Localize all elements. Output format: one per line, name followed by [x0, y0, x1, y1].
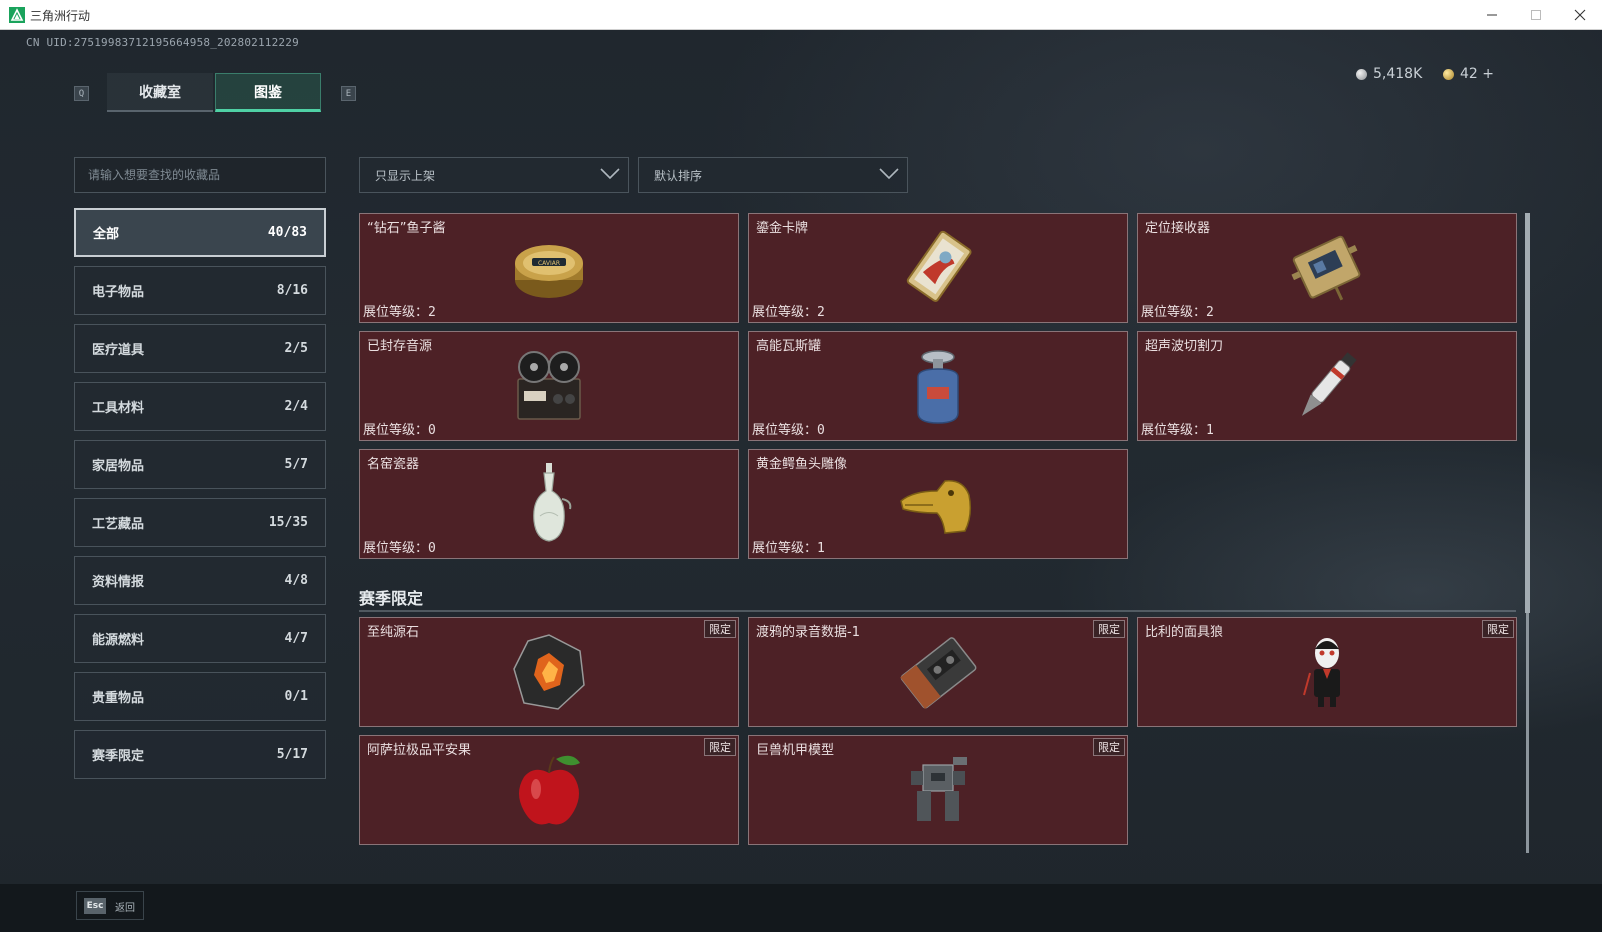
category-season-limited[interactable]: 赛季限定 5/17 — [74, 730, 326, 779]
limited-badge: 限定 — [704, 620, 736, 638]
limited-badge: 限定 — [1482, 620, 1514, 638]
mech-model-icon — [911, 757, 967, 821]
billy-puppet-icon — [1303, 638, 1340, 707]
red-apple-icon — [519, 755, 580, 825]
receiver-device-icon — [1291, 235, 1361, 301]
source-stone-icon — [513, 634, 585, 710]
gilded-card-icon — [906, 230, 972, 302]
season-collectible-card[interactable]: 至纯源石 限定 — [359, 617, 739, 727]
section-divider — [359, 610, 1516, 612]
category-intel[interactable]: 资料情报 4/8 — [74, 556, 326, 605]
collectible-card[interactable]: 定位接收器 展位等级：2 — [1137, 213, 1517, 323]
limited-badge: 限定 — [1093, 620, 1125, 638]
tab-codex[interactable]: 图鉴 — [215, 73, 321, 112]
game-screen: CN UID:27519983712195664958_202802112229… — [0, 30, 1602, 932]
category-valuables[interactable]: 贵重物品 0/1 — [74, 672, 326, 721]
chevron-down-icon — [600, 167, 620, 183]
porcelain-vase-icon — [533, 463, 572, 542]
tab-collection-room[interactable]: 收藏室 — [107, 73, 213, 112]
minimize-button[interactable] — [1470, 0, 1514, 30]
prev-tab-key[interactable]: Q — [74, 86, 89, 101]
collectible-card[interactable]: 名窑瓷器 展位等级：0 — [359, 449, 739, 559]
reel-recorder-icon — [517, 351, 581, 420]
app-logo-icon — [9, 7, 25, 23]
golden-crocodile-icon — [900, 480, 972, 534]
category-all[interactable]: 全部 40/83 — [74, 208, 326, 257]
gold-coin-icon — [1443, 68, 1454, 80]
next-tab-key[interactable]: E — [341, 86, 356, 101]
maximize-button[interactable] — [1514, 0, 1558, 30]
window-titlebar: 三角洲行动 — [0, 0, 1602, 30]
silver-coin-icon — [1356, 68, 1367, 80]
season-collectible-card[interactable]: 阿萨拉极品平安果 限定 — [359, 735, 739, 845]
window-title: 三角洲行动 — [30, 9, 91, 23]
limited-badge: 限定 — [704, 738, 736, 756]
season-collectible-card[interactable]: 巨兽机甲模型 限定 — [748, 735, 1128, 845]
collectible-card[interactable]: 高能瓦斯罐 展位等级：0 — [748, 331, 1128, 441]
back-label[interactable]: 返回 — [115, 899, 135, 914]
season-collectible-card[interactable]: 比利的面具狼 限定 — [1137, 617, 1517, 727]
collectible-search-input[interactable] — [74, 157, 326, 193]
close-button[interactable] — [1558, 0, 1602, 30]
ultrasonic-cutter-icon — [1301, 352, 1357, 416]
esc-key[interactable]: Esc — [84, 898, 106, 914]
season-collectible-card[interactable]: 渡鸦的录音数据-1 限定 — [748, 617, 1128, 727]
bottom-bar — [0, 884, 1602, 932]
category-tools[interactable]: 工具材料 2/4 — [74, 382, 326, 431]
collectible-card[interactable]: 超声波切割刀 展位等级：1 — [1137, 331, 1517, 441]
category-medical[interactable]: 医疗道具 2/5 — [74, 324, 326, 373]
category-fuel[interactable]: 能源燃料 4/7 — [74, 614, 326, 663]
currency-gold[interactable]: 42 + — [1443, 66, 1494, 82]
category-crafts[interactable]: 工艺藏品 15/35 — [74, 498, 326, 547]
collectible-card[interactable]: 黄金鳄鱼头雕像 展位等级：1 — [748, 449, 1128, 559]
svg-text:CAVIAR: CAVIAR — [538, 260, 560, 267]
collectible-card[interactable]: 鎏金卡牌 展位等级：2 — [748, 213, 1128, 323]
season-section-title: 赛季限定 — [359, 589, 424, 608]
cassette-tape-icon — [900, 637, 977, 709]
limited-badge: 限定 — [1093, 738, 1125, 756]
currency-silver: 5,418K — [1356, 66, 1422, 82]
category-electronics[interactable]: 电子物品 8/16 — [74, 266, 326, 315]
gas-canister-icon — [917, 350, 959, 424]
category-household[interactable]: 家居物品 5/7 — [74, 440, 326, 489]
grid-scroll-thumb[interactable] — [1525, 213, 1530, 613]
shelf-filter-dropdown[interactable]: 只显示上架 — [359, 157, 629, 193]
sort-dropdown[interactable]: 默认排序 — [638, 157, 908, 193]
chevron-down-icon — [879, 167, 899, 183]
caviar-tin-icon: CAVIAR — [515, 245, 583, 298]
collectible-card[interactable]: 已封存音源 展位等级：0 — [359, 331, 739, 441]
player-uid: CN UID:27519983712195664958_202802112229 — [26, 36, 299, 49]
collectible-card[interactable]: “钻石”鱼子酱 CAVIAR 展位等级：2 — [359, 213, 739, 323]
